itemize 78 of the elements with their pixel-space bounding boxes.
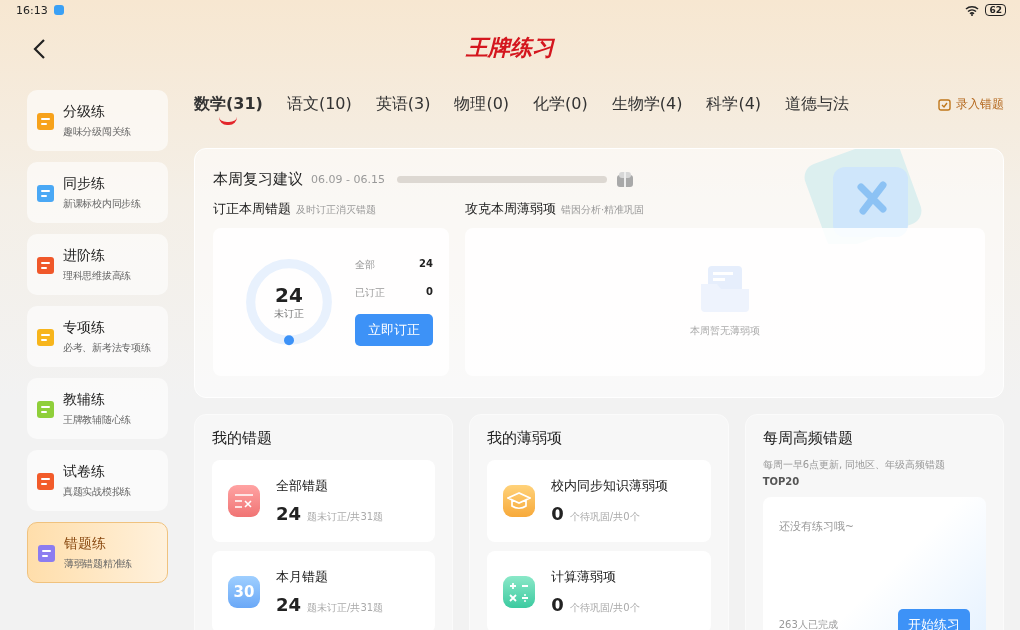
section-hint: 及时订正消灭错题 [296,203,376,217]
sidebar-item-title: 错题练 [64,534,107,553]
back-icon[interactable] [32,38,46,60]
wifi-icon [965,4,980,16]
subject-tab[interactable]: 数学(31) [194,90,263,129]
mistake-list-item[interactable]: 30 本月错题 24 题未订正/共31题 [212,551,436,630]
page-title: 王牌练习 [466,33,554,62]
item-count: 24 [276,503,302,524]
item-name: 校内同步知识薄弱项 [551,478,669,495]
date-range: 06.09 - 06.15 [311,172,385,186]
item-detail: 题未订正/共31题 [307,510,384,524]
uncorrected-count: 24 [275,283,303,307]
battery-indicator: 62 [985,4,1006,16]
stat-value: 24 [419,258,433,271]
stat-value: 0 [426,286,433,299]
item-count: 0 [551,503,564,524]
empty-folder-icon [701,266,749,312]
card-title: 我的薄弱项 [487,429,564,448]
subject-tab[interactable]: 科学(4) [706,90,762,129]
weak-list-item[interactable]: 计算薄弱项 0 个待巩固/共0个 [487,551,711,630]
item-detail: 个待巩固/共0个 [569,510,640,524]
completed-count: 263人已完成 [778,618,838,630]
sidebar-item[interactable]: 试卷练 真题实战模拟练 [27,450,168,511]
sidebar-item[interactable]: 进阶练 理科思维拔高练 [27,234,168,295]
mistake-category-icon: 30 [228,576,260,608]
sidebar-item[interactable]: 同步练 新课标校内同步练 [27,162,168,223]
sidebar-item-title: 进阶练 [63,246,106,265]
sidebar-item-title: 专项练 [63,318,106,337]
empty-message: 本周暂无薄弱项 [690,324,760,338]
sidebar-item-subtitle: 理科思维拔高练 [63,268,131,283]
sidebar-item-subtitle: 趣味分级闯关练 [63,124,131,139]
sidebar-item-subtitle: 王牌教辅随心练 [63,412,131,427]
review-title: 本周复习建议 [213,169,303,189]
item-name: 计算薄弱项 [551,569,618,586]
item-count: 24 [276,594,302,615]
section-title: 订正本周错题 [213,201,291,218]
sidebar-item-title: 分级练 [63,102,106,121]
subject-tab[interactable]: 道德与法 [785,90,850,129]
stat-label: 已订正 [355,286,385,300]
section-title: 攻克本周薄弱项 [465,201,556,218]
weak-category-icon [503,576,536,608]
checked-box-icon [938,98,951,111]
subject-tab[interactable]: 物理(0) [454,90,510,129]
sidebar-item-subtitle: 真题实战模拟练 [63,484,131,499]
card-title: 我的错题 [212,429,273,448]
app-icon [53,5,64,15]
subject-tab[interactable]: 生物学(4) [611,90,683,129]
card-title: 每周高频错题 [762,429,854,448]
section-hint: 错因分析·精准巩固 [561,203,645,217]
sidebar-item-title: 同步练 [63,174,106,193]
sidebar-item-title: 试卷练 [63,462,106,481]
sidebar-item-title: 教辅练 [63,390,106,409]
item-name: 全部错题 [276,478,329,495]
item-detail: 题未订正/共31题 [307,601,384,615]
item-detail: 个待巩固/共0个 [569,601,640,615]
status-time: 16:13 [16,3,48,17]
mistake-list-item[interactable]: 全部错题 24 题未订正/共31题 [212,460,436,542]
mistake-category-icon [228,485,260,517]
subject-tab[interactable]: 化学(0) [533,90,588,129]
gift-icon [614,169,635,189]
subject-tab[interactable]: 英语(3) [375,90,431,129]
sidebar-item-subtitle: 新课标校内同步练 [63,196,141,211]
sidebar-item[interactable]: 专项练 必考、新考法专项练 [27,306,168,367]
subject-tab[interactable]: 语文(10) [286,90,352,129]
uncorrected-label: 未订正 [274,307,304,321]
empty-message: 还没有练习哦~ [778,519,855,534]
weak-list-item[interactable]: 校内同步知识薄弱项 0 个待巩固/共0个 [487,460,711,542]
record-mistake-button[interactable]: 录入错题 [938,90,1004,119]
sidebar-item-subtitle: 必考、新考法专项练 [63,340,151,355]
item-name: 本月错题 [276,569,329,586]
stat-label: 全部 [355,258,375,272]
sidebar-item-subtitle: 薄弱错题精准练 [64,556,132,571]
sidebar-item[interactable]: 教辅练 王牌教辅随心练 [27,378,168,439]
item-count: 0 [551,594,564,615]
top-label: TOP20 [762,476,801,487]
sidebar-item[interactable]: 分级练 趣味分级闯关练 [27,90,168,151]
weak-category-icon [503,485,536,517]
sidebar-item[interactable]: 错题练 薄弱错题精准练 [27,522,168,583]
